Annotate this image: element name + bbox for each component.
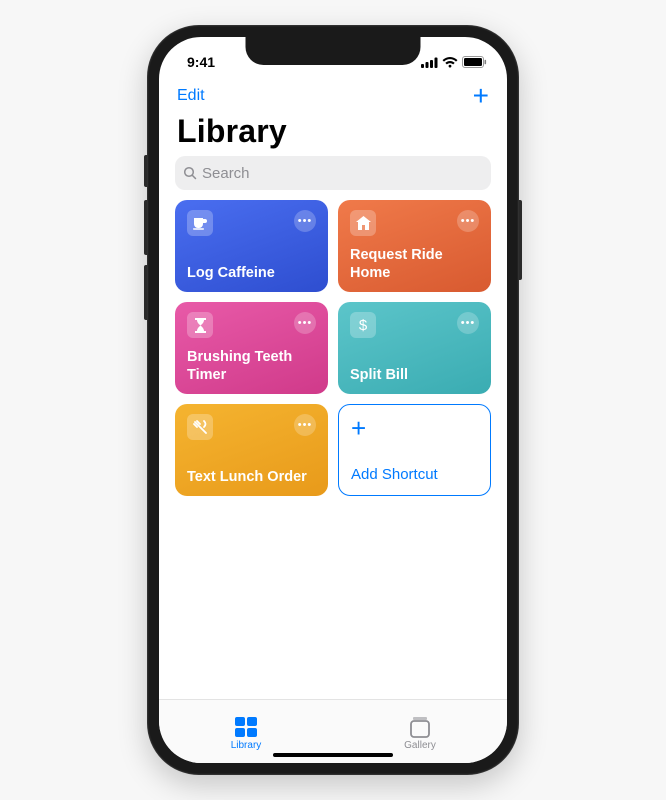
shortcut-tile-request-ride[interactable]: ••• Request Ride Home <box>338 200 491 292</box>
screen: 9:41 Edit + Library Search <box>159 37 507 763</box>
shortcut-tile-split-bill[interactable]: $ ••• Split Bill <box>338 302 491 394</box>
more-icon[interactable]: ••• <box>457 312 479 334</box>
tab-label: Library <box>231 740 262 751</box>
notch <box>246 37 421 65</box>
wifi-icon <box>442 57 458 68</box>
svg-text:$: $ <box>359 317 368 333</box>
search-input[interactable]: Search <box>175 156 491 190</box>
signal-icon <box>421 57 438 68</box>
more-icon[interactable]: ••• <box>294 414 316 436</box>
edit-button[interactable]: Edit <box>177 87 205 105</box>
battery-icon <box>462 56 487 68</box>
tile-label: Text Lunch Order <box>187 468 316 486</box>
gallery-tab-icon <box>409 716 431 738</box>
nav-bar: Edit + <box>159 77 507 111</box>
more-icon[interactable]: ••• <box>294 312 316 334</box>
tab-label: Gallery <box>404 740 436 751</box>
tile-label: Brushing Teeth Timer <box>187 348 316 384</box>
spacer <box>159 496 507 699</box>
dollar-icon: $ <box>350 312 376 338</box>
tile-label: Add Shortcut <box>351 466 478 485</box>
home-icon <box>350 210 376 236</box>
search-icon <box>183 166 197 180</box>
search-placeholder: Search <box>202 165 250 182</box>
shortcut-grid: ••• Log Caffeine ••• Request Ride Home <box>159 200 507 496</box>
more-icon[interactable]: ••• <box>457 210 479 232</box>
add-shortcut-tile[interactable]: + Add Shortcut <box>338 404 491 496</box>
add-button[interactable]: + <box>473 82 489 110</box>
shortcut-tile-lunch-order[interactable]: ••• Text Lunch Order <box>175 404 328 496</box>
shortcut-tile-log-caffeine[interactable]: ••• Log Caffeine <box>175 200 328 292</box>
status-time: 9:41 <box>187 54 215 70</box>
tile-label: Request Ride Home <box>350 246 479 282</box>
timer-icon <box>187 312 213 338</box>
home-indicator[interactable] <box>273 753 393 757</box>
phone-frame: 9:41 Edit + Library Search <box>147 25 519 775</box>
tile-label: Log Caffeine <box>187 264 316 282</box>
plus-icon: + <box>351 415 478 441</box>
utensils-icon <box>187 414 213 440</box>
mug-icon <box>187 210 213 236</box>
status-right <box>421 56 487 68</box>
library-tab-icon <box>234 716 258 738</box>
page-title: Library <box>159 111 507 156</box>
power-button <box>519 200 522 280</box>
tile-label: Split Bill <box>350 366 479 384</box>
more-icon[interactable]: ••• <box>294 210 316 232</box>
shortcut-tile-brushing-timer[interactable]: ••• Brushing Teeth Timer <box>175 302 328 394</box>
